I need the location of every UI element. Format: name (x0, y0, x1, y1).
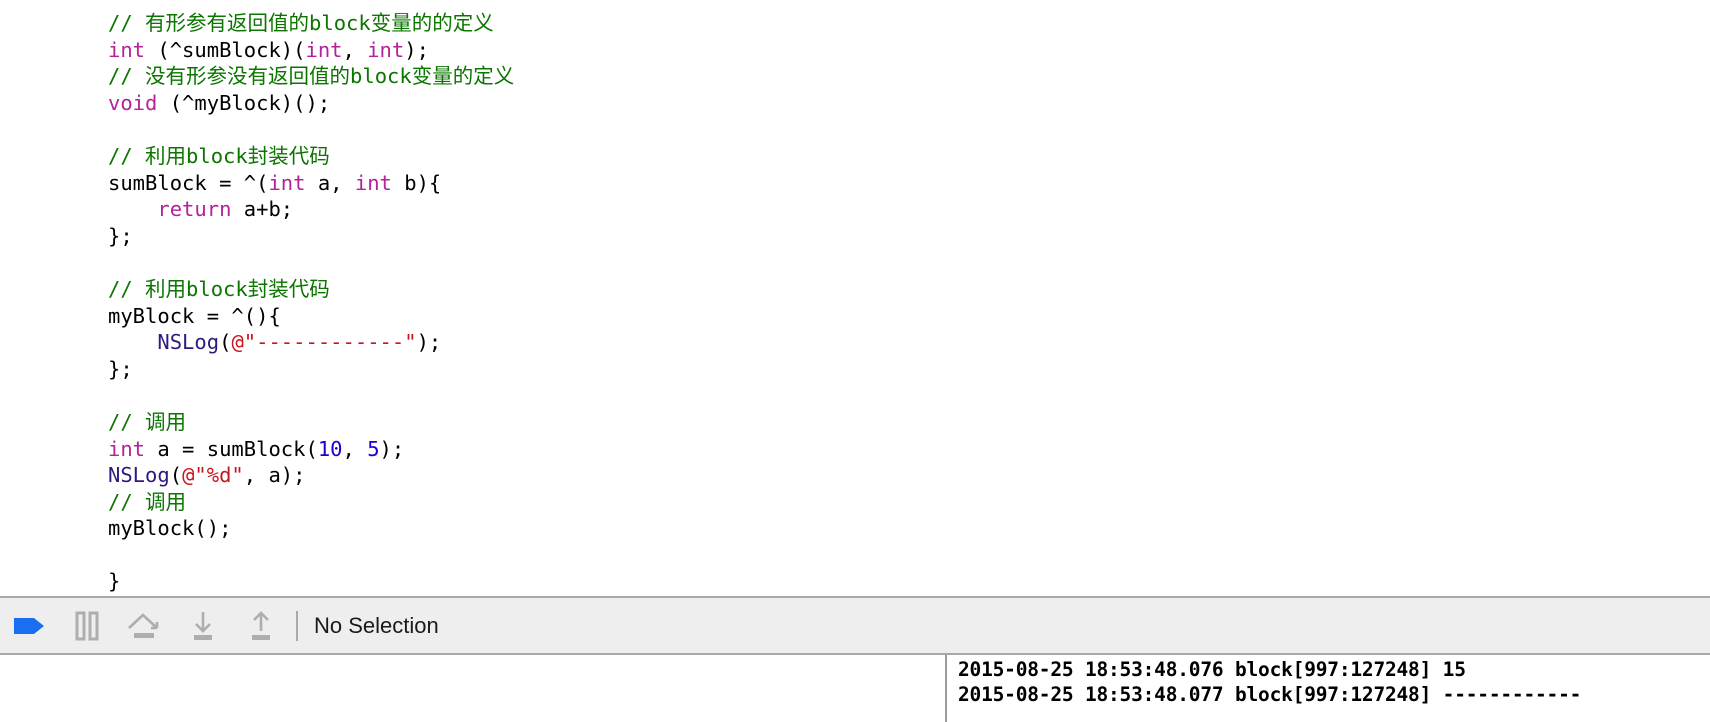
code-line: // 调用 (108, 409, 514, 436)
step-into-icon (194, 611, 212, 640)
debug-toolbar: No Selection (0, 596, 1710, 655)
code-token: // 调用 (108, 409, 187, 434)
code-token: int (367, 37, 405, 62)
step-over-icon (128, 612, 159, 638)
code-text[interactable]: // 有形参有返回值的block变量的的定义 int (^sumBlock)(in… (108, 10, 514, 595)
console-pane[interactable]: 2015-08-25 18:53:48.076 block[997:127248… (947, 655, 1710, 722)
code-token: // 有形参有返回值的block变量的的定义 (108, 11, 494, 35)
toolbar-divider (296, 610, 298, 641)
continue-button[interactable] (0, 597, 58, 654)
code-token: a = sumBlock( (145, 436, 318, 461)
step-out-icon (252, 610, 270, 640)
code-line: void (^myBlock)(); (108, 90, 514, 117)
code-line: // 调用 (108, 489, 514, 516)
code-token: , (342, 436, 368, 461)
selection-label: No Selection (314, 612, 439, 638)
code-line: NSLog(@"------------"); (108, 329, 514, 356)
code-line: } (108, 568, 514, 595)
code-token: a+b; (231, 197, 294, 222)
code-line: NSLog(@"%d", a); (108, 462, 514, 489)
code-token: ( (169, 463, 183, 488)
code-line: return a+b; (108, 196, 514, 223)
code-line: }; (108, 356, 514, 383)
code-token: sumBlock = ^( (108, 170, 269, 195)
code-line: // 没有形参没有返回值的block变量的定义 (108, 63, 514, 90)
code-token: @"%d" (182, 463, 244, 488)
code-token: // 没有形参没有返回值的block变量的定义 (108, 64, 515, 89)
step-into-button[interactable] (174, 597, 232, 654)
step-over-button[interactable] (116, 597, 174, 654)
code-token: } (108, 569, 121, 594)
code-token: ( (219, 330, 232, 355)
code-token: , a); (243, 463, 306, 488)
code-line: myBlock = ^(){ (108, 303, 514, 330)
code-token: myBlock = ^(){ (108, 303, 281, 328)
code-token: // 利用block封装代码 (108, 276, 330, 301)
console-line: 2015-08-25 18:53:48.077 block[997:127248… (958, 683, 1582, 706)
code-token: @"------------" (231, 330, 417, 355)
code-token: }; (108, 356, 133, 381)
code-token: 5 (367, 436, 380, 461)
code-token: myBlock(); (108, 516, 232, 541)
pause-icon (75, 611, 99, 640)
code-token: int (108, 37, 146, 62)
code-token: int (305, 37, 343, 62)
code-token: int (354, 170, 392, 195)
pause-button[interactable] (58, 597, 116, 654)
code-token: b){ (391, 170, 442, 195)
code-token: void (108, 90, 158, 115)
code-line: // 利用block封装代码 (108, 143, 514, 170)
console-output: 2015-08-25 18:53:48.076 block[997:127248… (958, 657, 1581, 707)
code-token: // 利用block封装代码 (108, 143, 330, 168)
code-editor[interactable]: // 有形参有返回值的block变量的的定义 int (^sumBlock)(in… (0, 0, 1710, 596)
code-token: , (342, 37, 368, 62)
code-line: myBlock(); (108, 515, 514, 542)
code-line: int (^sumBlock)(int, int); (108, 37, 514, 64)
code-token: return (157, 197, 232, 222)
code-token: int (108, 436, 146, 461)
code-token: // 调用 (108, 489, 187, 514)
code-token: NSLog (157, 330, 220, 355)
variables-pane[interactable] (0, 655, 945, 722)
code-token: ); (404, 37, 429, 62)
code-token: ); (379, 436, 405, 461)
code-line: // 有形参有返回值的block变量的的定义 (108, 10, 514, 37)
code-token: (^sumBlock)( (145, 37, 306, 62)
code-token: a, (305, 170, 355, 195)
code-token: }; (108, 223, 133, 248)
code-token: 10 (317, 436, 343, 461)
code-line: // 利用block封装代码 (108, 276, 514, 303)
code-line: int a = sumBlock(10, 5); (108, 436, 514, 463)
code-line: }; (108, 223, 514, 250)
code-token: NSLog (108, 463, 170, 488)
code-token: int (268, 170, 306, 195)
code-token: ); (416, 330, 442, 355)
console-line: 2015-08-25 18:53:48.076 block[997:127248… (958, 658, 1466, 681)
code-token: (^myBlock)(); (157, 90, 331, 115)
debug-area: 2015-08-25 18:53:48.076 block[997:127248… (0, 655, 1710, 722)
step-out-button[interactable] (232, 597, 290, 654)
code-line: sumBlock = ^(int a, int b){ (108, 170, 514, 197)
play-flag-icon (14, 617, 44, 634)
